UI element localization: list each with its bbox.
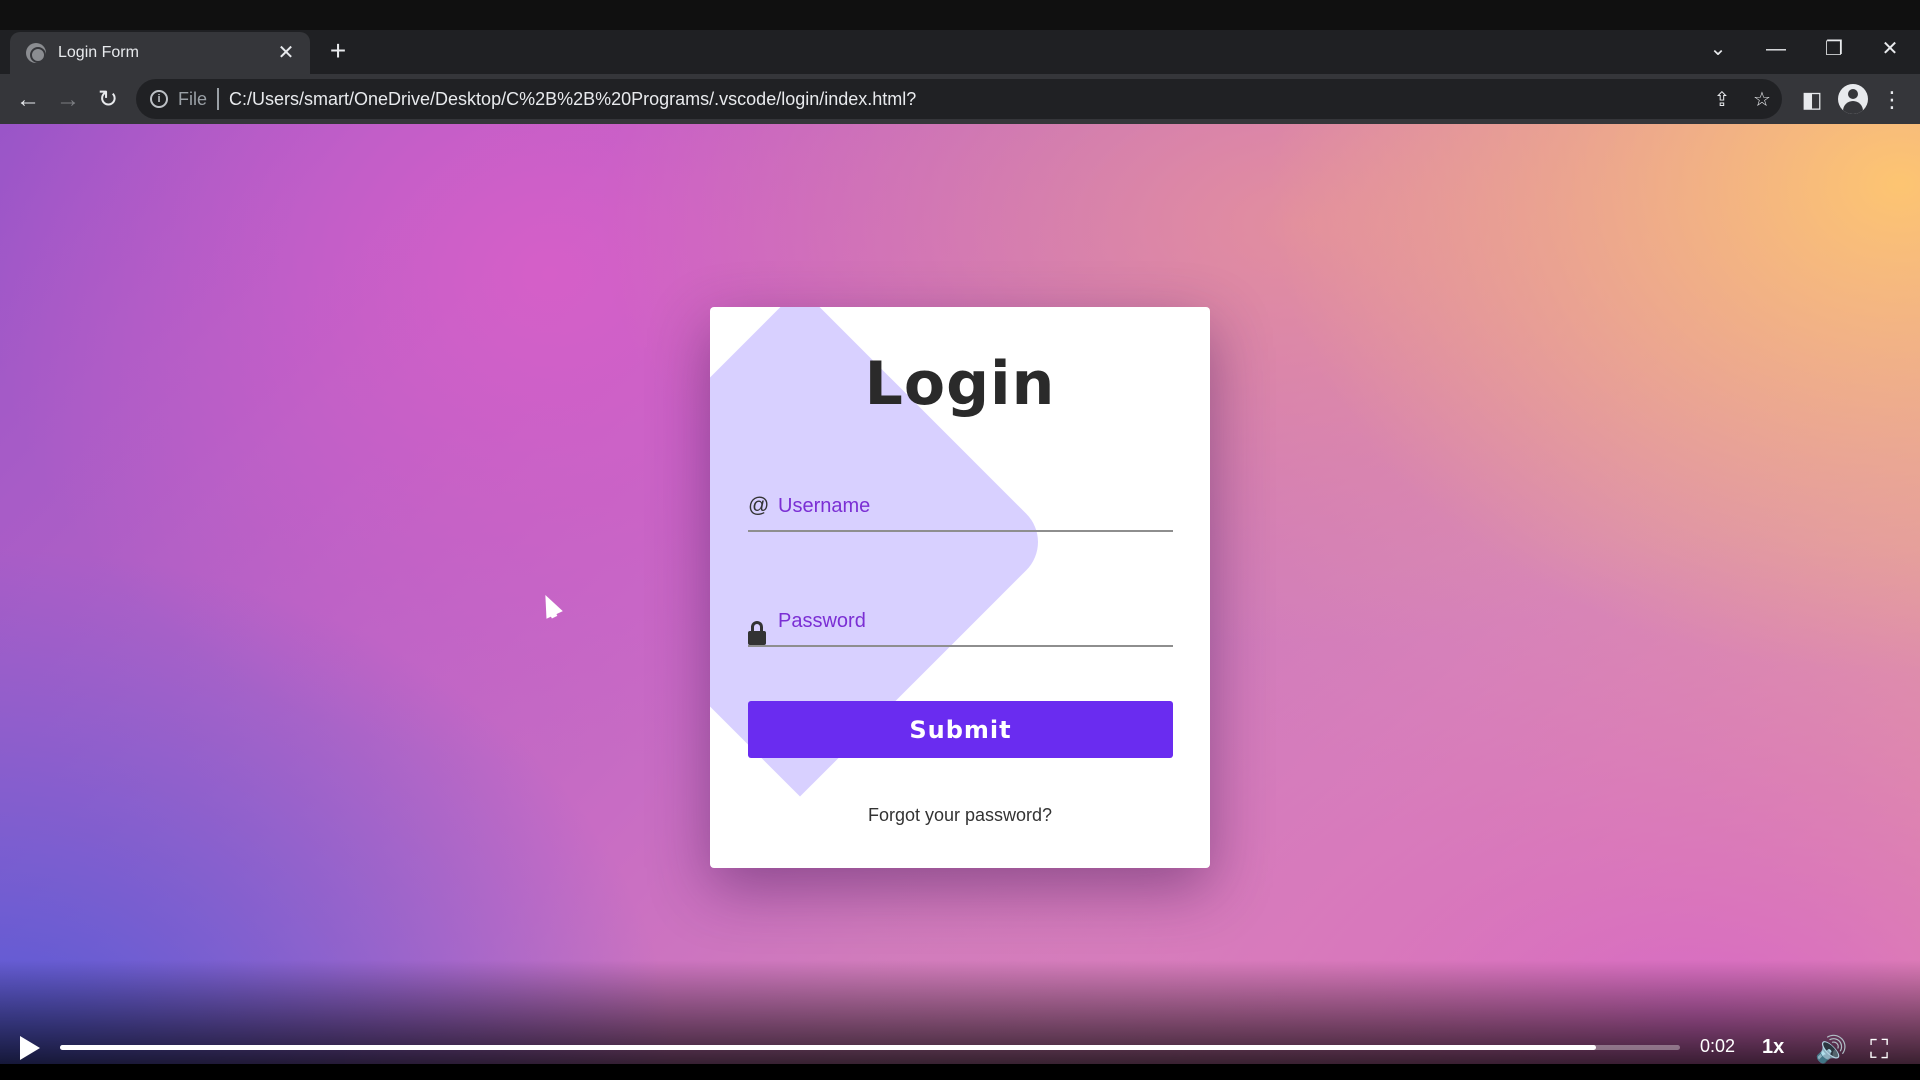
- login-title: Login: [864, 349, 1056, 419]
- login-card: Login @ Submit Forgot your password?: [710, 307, 1210, 868]
- login-form: Login @ Submit Forgot your password?: [710, 307, 1210, 868]
- side-panel-icon[interactable]: ◧: [1796, 84, 1828, 116]
- player-controls-shade: [0, 960, 1920, 1080]
- address-url[interactable]: C:/Users/smart/OneDrive/Desktop/C%2B%2B%…: [229, 89, 916, 110]
- page-viewport: Login @ Submit Forgot your password?: [0, 124, 1920, 1080]
- tab-close-icon[interactable]: ✕: [274, 41, 298, 65]
- profile-avatar-icon[interactable]: [1838, 84, 1868, 114]
- new-tab-button[interactable]: +: [322, 36, 354, 68]
- address-bar[interactable]: i File C:/Users/smart/OneDrive/Desktop/C…: [136, 79, 1782, 119]
- screen: Login Form ✕ + ⌄ — ❐ ✕ ← → ↻ i File C:/U…: [0, 0, 1920, 1080]
- progress-bar[interactable]: [60, 1045, 1680, 1050]
- close-window-button[interactable]: ✕: [1868, 34, 1912, 64]
- password-input[interactable]: [778, 609, 1158, 633]
- share-icon[interactable]: ⇪: [1708, 86, 1736, 114]
- tab-title: Login Form: [58, 44, 139, 61]
- bookmark-star-icon[interactable]: ☆: [1748, 86, 1776, 114]
- progress-bar-fill: [60, 1045, 1596, 1050]
- forgot-password-link[interactable]: Forgot your password?: [710, 805, 1210, 826]
- playback-speed-button[interactable]: 1x: [1762, 1036, 1784, 1059]
- play-icon[interactable]: [20, 1036, 40, 1060]
- playback-time: 0:02: [1700, 1036, 1736, 1056]
- submit-button[interactable]: Submit: [748, 701, 1173, 758]
- tab-search-chevron-icon[interactable]: ⌄: [1696, 34, 1740, 64]
- restore-button[interactable]: ❐: [1812, 34, 1856, 64]
- reload-button[interactable]: ↻: [92, 84, 124, 116]
- back-button[interactable]: ←: [12, 84, 44, 116]
- minimize-button[interactable]: —: [1754, 34, 1798, 64]
- mouse-cursor-icon: [537, 591, 563, 619]
- browser-menu-icon[interactable]: ⋮: [1876, 84, 1908, 116]
- password-field[interactable]: [748, 597, 1173, 647]
- address-scheme-label: File: [178, 88, 208, 109]
- forward-button[interactable]: →: [52, 84, 84, 116]
- username-input[interactable]: [778, 494, 1158, 518]
- at-sign-icon: @: [748, 494, 770, 517]
- tab-login-form[interactable]: Login Form ✕: [10, 32, 310, 74]
- exit-fullscreen-icon[interactable]: ⛶: [1870, 1034, 1888, 1066]
- username-field[interactable]: @: [748, 482, 1173, 532]
- address-separator: [217, 88, 220, 110]
- window-top-edge: [0, 0, 1920, 30]
- browser-toolbar: ← → ↻ i File C:/Users/smart/OneDrive/Des…: [0, 74, 1920, 124]
- site-info-icon[interactable]: i: [150, 90, 168, 108]
- tab-strip: Login Form ✕: [0, 30, 1920, 74]
- globe-icon: [26, 43, 46, 63]
- bottom-edge: [0, 1064, 1920, 1080]
- volume-icon[interactable]: 🔊: [1815, 1034, 1847, 1065]
